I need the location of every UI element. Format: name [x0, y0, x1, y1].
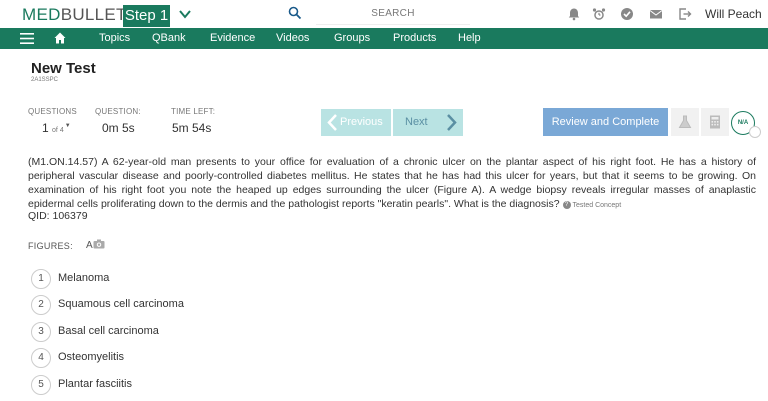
figures-label: FIGURES: [28, 241, 73, 251]
answer-number: 1 [31, 269, 51, 289]
camera-icon[interactable] [93, 239, 105, 249]
logout-icon[interactable] [678, 7, 692, 21]
nav-qbank[interactable]: QBank [152, 32, 186, 44]
answer-option[interactable]: 2 Squamous cell carcinoma [31, 295, 431, 315]
flask-icon [678, 115, 692, 128]
question-time-value: 0m 5s [102, 121, 135, 135]
questions-label: QUESTIONS [28, 107, 77, 116]
check-circle-icon[interactable] [620, 7, 634, 21]
tested-concept-link[interactable]: ? Tested Concept [562, 201, 621, 210]
answer-number: 5 [31, 375, 51, 395]
nav-groups[interactable]: Groups [334, 32, 370, 44]
nav-topics[interactable]: Topics [99, 32, 130, 44]
status-indicator [749, 126, 761, 138]
question-stem: (M1.ON.14.57) A 62-year-old man presents… [28, 156, 756, 210]
chevron-down-icon[interactable] [178, 7, 192, 21]
answer-option[interactable]: 1 Melanoma [31, 269, 431, 289]
answer-text: Osteomyelitis [58, 351, 125, 363]
calculator-icon [710, 115, 720, 129]
hamburger-icon[interactable] [20, 33, 34, 44]
user-menu[interactable]: Will Peach [705, 7, 762, 21]
answer-option[interactable]: 3 Basal cell carcinoma [31, 322, 431, 342]
top-bar: MEDBULLETS Step 1 SEARCH Will Peach [0, 0, 768, 28]
previous-button[interactable]: Previous [321, 109, 391, 136]
answer-option[interactable]: 4 Osteomyelitis [31, 348, 431, 368]
review-complete-button[interactable]: Review and Complete [543, 108, 668, 136]
alarm-icon[interactable] [592, 7, 606, 21]
lab-values-button[interactable] [671, 108, 699, 136]
answer-number: 4 [31, 348, 51, 368]
chevron-right-icon [447, 114, 457, 131]
answer-number: 2 [31, 295, 51, 315]
time-left-value: 5m 54s [172, 121, 212, 135]
medbullets-logo[interactable]: MEDBULLETS [22, 5, 138, 25]
answer-text: Basal cell carcinoma [58, 325, 159, 337]
mail-icon[interactable] [649, 7, 663, 21]
page-title: New Test [31, 60, 96, 77]
answer-text: Melanoma [58, 272, 110, 284]
nav-products[interactable]: Products [393, 32, 436, 44]
figure-a-link[interactable]: A [86, 240, 93, 251]
search-input[interactable]: SEARCH [316, 3, 470, 25]
calculator-button[interactable] [701, 108, 729, 136]
next-button[interactable]: Next [393, 109, 463, 136]
chevron-left-icon [327, 114, 337, 131]
question-id: QID: 106379 [28, 210, 88, 222]
answer-text: Plantar fasciitis [58, 378, 132, 390]
question-time-label: QUESTION: [95, 107, 141, 116]
step-selector[interactable]: Step 1 [123, 5, 170, 27]
test-code: 2A1SSPC [31, 77, 59, 83]
search-icon[interactable] [288, 6, 302, 20]
question-selector[interactable]: 1 of 4▼ [42, 121, 71, 135]
main-nav: Topics QBank Evidence Videos Groups Prod… [0, 28, 768, 49]
time-left-label: TIME LEFT: [171, 107, 216, 116]
answer-option[interactable]: 5 Plantar fasciitis [31, 375, 431, 395]
nav-help[interactable]: Help [458, 32, 481, 44]
nav-evidence[interactable]: Evidence [210, 32, 255, 44]
question-mark-icon: ? [562, 201, 571, 210]
answer-number: 3 [31, 322, 51, 342]
bell-icon[interactable] [567, 7, 581, 21]
answer-text: Squamous cell carcinoma [58, 298, 184, 310]
nav-videos[interactable]: Videos [276, 32, 309, 44]
caret-down-icon: ▼ [64, 123, 71, 129]
home-icon[interactable] [54, 32, 66, 44]
